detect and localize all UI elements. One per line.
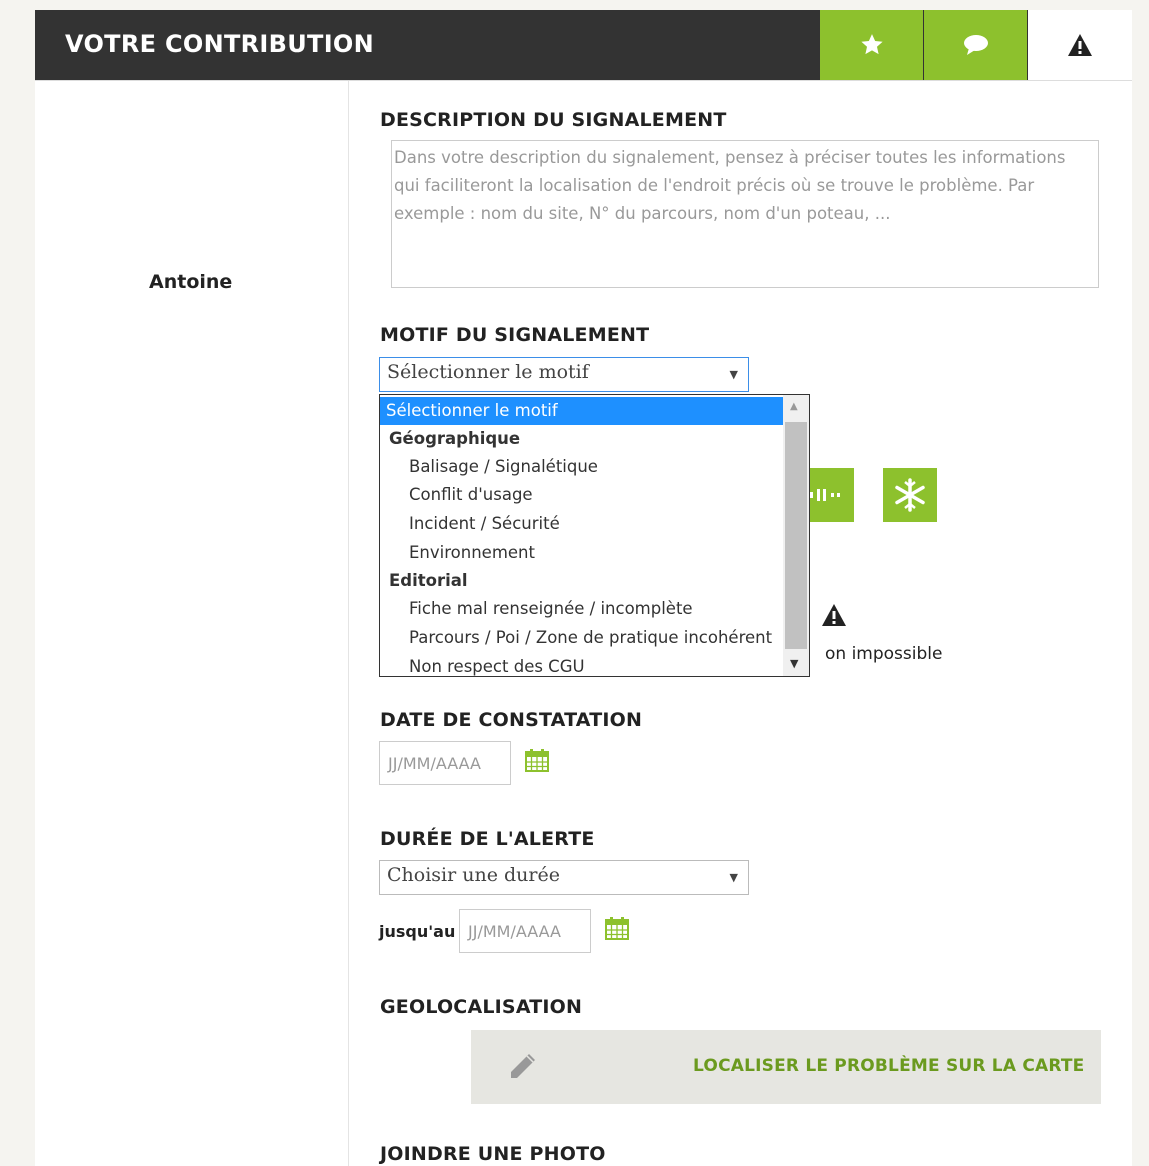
tab-comment[interactable] (924, 10, 1027, 80)
motif-select-value: Sélectionner le motif (387, 361, 589, 383)
description-label: DESCRIPTION DU SIGNALEMENT (380, 109, 727, 131)
user-name: Antoine (149, 271, 233, 293)
motif-option[interactable]: Incident / Sécurité (380, 510, 784, 538)
chevron-down-icon: ▼ (729, 871, 738, 884)
date-input[interactable]: JJ/MM/AAAA (379, 741, 511, 785)
scrollbar-thumb[interactable] (785, 422, 807, 649)
contribution-panel: VOTRE CONTRIBUTION Antoine DESCRIPTION D… (35, 10, 1132, 1166)
comment-icon (963, 35, 988, 55)
winter-activity-button[interactable] (883, 468, 937, 522)
motif-option[interactable]: Fiche mal renseignée / incomplète (380, 595, 784, 623)
motif-label: MOTIF DU SIGNALEMENT (380, 324, 650, 346)
photo-label: JOINDRE UNE PHOTO (380, 1143, 606, 1165)
star-icon (860, 34, 883, 55)
motif-optgroup: Géographique (389, 429, 521, 448)
scroll-up-icon[interactable]: ▲ (790, 401, 798, 412)
duree-select[interactable]: Choisir une durée ▼ (379, 860, 749, 895)
date-label: DATE DE CONSTATATION (380, 709, 643, 731)
wind-icon (807, 489, 840, 501)
motif-option[interactable]: Sélectionner le motif (380, 397, 784, 425)
until-date-input[interactable]: JJ/MM/AAAA (459, 909, 591, 953)
motif-optgroup: Editorial (389, 571, 468, 590)
motif-option[interactable]: Balisage / Signalétique (380, 453, 784, 481)
motif-option[interactable]: Non respect des CGU (380, 653, 784, 676)
pencil-icon (511, 1054, 535, 1078)
contribution-header: VOTRE CONTRIBUTION (35, 10, 1132, 81)
calendar-icon[interactable] (525, 748, 549, 772)
calendar-icon[interactable] (605, 916, 629, 940)
motif-option[interactable]: Conflit d'usage (380, 481, 784, 509)
motif-dropdown-list[interactable]: Sélectionner le motif Géographique Balis… (379, 394, 810, 677)
alert-icon (1068, 34, 1092, 56)
duree-select-value: Choisir une durée (387, 864, 560, 886)
chevron-down-icon: ▼ (729, 368, 738, 381)
panel-title: VOTRE CONTRIBUTION (65, 30, 375, 58)
locate-on-map-button[interactable]: LOCALISER LE PROBLÈME SUR LA CARTE (471, 1030, 1101, 1104)
dropdown-scrollbar[interactable]: ▲ ▼ (783, 395, 809, 676)
until-label: jusqu'au (379, 922, 456, 941)
locate-on-map-label: LOCALISER LE PROBLÈME SUR LA CARTE (693, 1056, 1085, 1076)
motif-select[interactable]: Sélectionner le motif ▼ (379, 357, 749, 392)
motif-option[interactable]: Environnement (380, 539, 784, 567)
user-sidebar: Antoine (35, 81, 349, 1166)
duree-label: DURÉE DE L'ALERTE (380, 828, 595, 850)
scroll-down-icon[interactable]: ▼ (790, 657, 798, 670)
tab-report[interactable] (1028, 10, 1132, 80)
geo-label: GEOLOCALISATION (380, 996, 583, 1018)
description-textarea[interactable]: Dans votre description du signalement, p… (391, 140, 1099, 288)
snowflake-icon (895, 478, 925, 512)
partially-hidden-label: on impossible (825, 644, 943, 664)
alert-icon (822, 604, 846, 626)
motif-option[interactable]: Parcours / Poi / Zone de pratique incohé… (380, 624, 784, 652)
tab-rating[interactable] (820, 10, 923, 80)
